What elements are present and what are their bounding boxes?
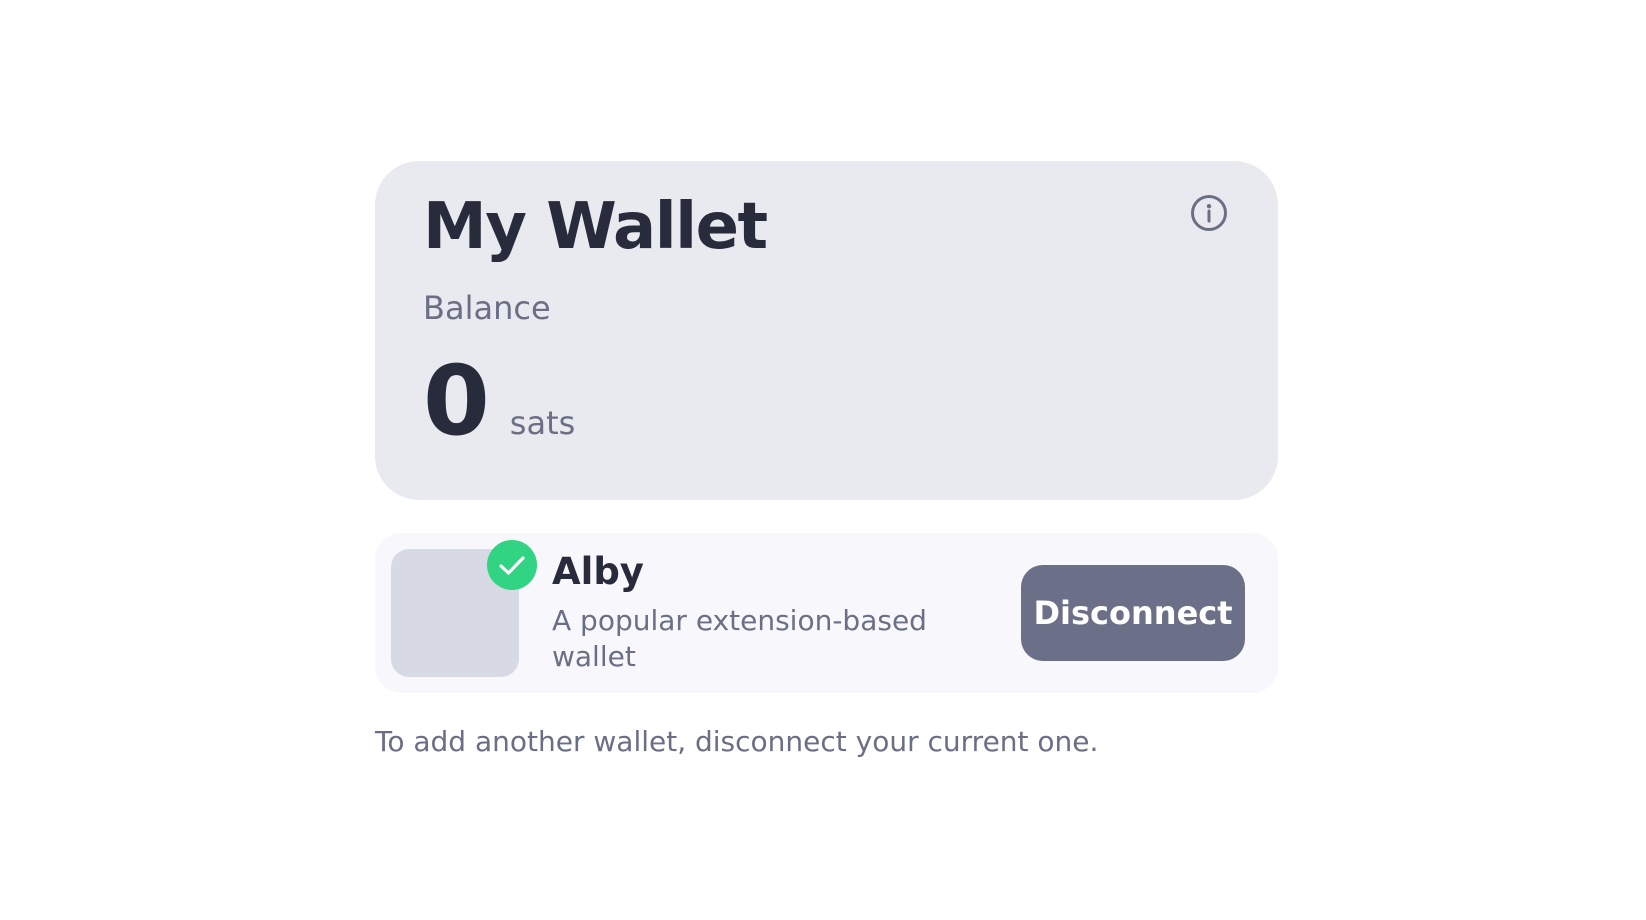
help-text: To add another wallet, disconnect your c… [375, 725, 1099, 758]
check-icon [499, 556, 525, 575]
wallet-page: My Wallet Balance 0 sats Alby A popular … [0, 0, 1646, 920]
disconnect-button[interactable]: Disconnect [1021, 565, 1245, 661]
connected-status-badge [487, 540, 537, 590]
balance-amount: 0 [423, 345, 490, 457]
balance-label: Balance [423, 289, 551, 327]
balance-unit: sats [509, 404, 576, 442]
page-title: My Wallet [423, 190, 768, 264]
info-icon [1191, 195, 1227, 231]
connected-wallet-row: Alby A popular extension-based wallet Di… [375, 533, 1278, 693]
wallet-balance-card: My Wallet Balance 0 sats [375, 161, 1278, 500]
info-button[interactable] [1190, 194, 1228, 232]
wallet-name: Alby [552, 550, 644, 593]
balance-display: 0 sats [423, 345, 576, 457]
wallet-description: A popular extension-based wallet [552, 604, 927, 673]
